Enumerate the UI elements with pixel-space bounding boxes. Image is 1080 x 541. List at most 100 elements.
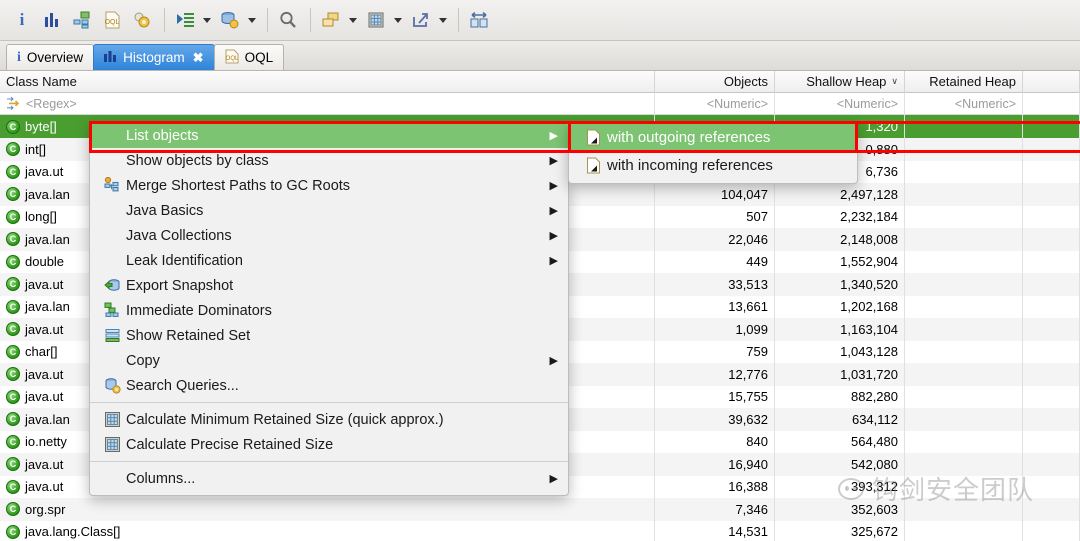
cell-spacer: [1023, 520, 1080, 541]
menu-item-show-objects-by-class[interactable]: Show objects by class ▶: [90, 148, 568, 173]
tab-overview[interactable]: i Overview: [6, 44, 95, 70]
class-icon: C: [6, 344, 20, 359]
column-header-objects[interactable]: Objects: [655, 70, 775, 93]
menu-item-immediate-dominators[interactable]: Immediate Dominators: [90, 298, 568, 323]
editor-tab-bar: i Overview Histogram ✖ OQL OQL: [0, 41, 1080, 71]
tab-label: OQL: [244, 50, 274, 65]
cell-objects: 14,531: [655, 520, 775, 541]
cell-retained-heap: [905, 317, 1023, 341]
histogram-icon[interactable]: [38, 6, 66, 34]
menu-item-merge-shortest-paths-to-gc-roots[interactable]: Merge Shortest Paths to GC Roots ▶: [90, 173, 568, 198]
cell-retained-heap: [905, 475, 1023, 498]
info-icon[interactable]: i: [8, 6, 36, 34]
export-dropdown-arrow[interactable]: [437, 7, 448, 33]
column-header-class-name[interactable]: Class Name: [0, 70, 655, 93]
menu-item-calculate-precise-retained-size[interactable]: Calculate Precise Retained Size: [90, 432, 568, 457]
tab-histogram[interactable]: Histogram ✖: [93, 44, 215, 70]
cell-retained-heap: [905, 385, 1023, 408]
dominator-tree-icon[interactable]: [68, 6, 96, 34]
query-browser-icon[interactable]: [216, 6, 244, 34]
table-row[interactable]: Cjava.lang.Class[] 14,531 325,672: [0, 520, 1080, 541]
menu-item-calculate-minimum-retained-size-quick-approx[interactable]: Calculate Minimum Retained Size (quick a…: [90, 407, 568, 432]
cell-spacer: [1023, 385, 1080, 408]
column-header-shallow-heap[interactable]: Shallow Heap ∨: [775, 70, 905, 93]
cell-shallow-heap: 352,603: [775, 497, 905, 521]
class-icon: C: [6, 434, 20, 449]
table-filter-row: <Regex> <Numeric> <Numeric> <Numeric>: [0, 92, 1080, 115]
cell-objects: 104,047: [655, 182, 775, 206]
menu-item-export-snapshot[interactable]: Export Snapshot: [90, 273, 568, 298]
cell-spacer: [1023, 272, 1080, 296]
cell-shallow-heap: 542,080: [775, 452, 905, 476]
cell-retained-heap: [905, 407, 1023, 431]
menu-item-list-objects[interactable]: List objects ▶: [90, 123, 568, 148]
class-name-label: java.ut: [25, 366, 64, 382]
filter-placeholder: <Numeric>: [954, 96, 1016, 111]
oql-icon[interactable]: OQL: [98, 6, 126, 34]
filter-placeholder: <Numeric>: [706, 96, 768, 111]
submenu-item-with-incoming-references[interactable]: with incoming references: [569, 151, 857, 179]
run-query-icon[interactable]: [171, 6, 199, 34]
class-name-label: java.ut: [25, 389, 64, 404]
menu-item-search-queries[interactable]: Search Queries...: [90, 373, 568, 398]
class-icon: C: [6, 164, 20, 179]
toolbar-separator-4: [458, 8, 459, 32]
cell-spacer: [1023, 137, 1080, 161]
menu-item-leak-identification[interactable]: Leak Identification ▶: [90, 248, 568, 273]
menu-item-java-basics[interactable]: Java Basics ▶: [90, 198, 568, 223]
compare-icon[interactable]: [465, 6, 493, 34]
class-icon: C: [6, 479, 20, 494]
filter-retained-heap[interactable]: <Numeric>: [905, 92, 1023, 115]
close-icon[interactable]: ✖: [193, 50, 204, 66]
search-queries-icon: [102, 377, 122, 394]
gear-snapshot-icon[interactable]: [128, 6, 156, 34]
column-header-label: Shallow Heap: [806, 74, 887, 89]
svg-text:OQL: OQL: [225, 56, 238, 62]
menu-item-label: Show objects by class: [126, 152, 269, 169]
filter-class-name[interactable]: <Regex>: [0, 92, 655, 115]
cell-retained-heap: [905, 227, 1023, 251]
submenu-item-with-outgoing-references[interactable]: with outgoing references: [569, 123, 857, 151]
filter-shallow-heap[interactable]: <Numeric>: [775, 92, 905, 115]
class-name-label: java.ut: [25, 321, 64, 337]
search-icon[interactable]: [274, 6, 302, 34]
filter-objects[interactable]: <Numeric>: [655, 92, 775, 115]
cell-retained-heap: [905, 205, 1023, 228]
table-row[interactable]: Corg.spr 7,346 352,603: [0, 497, 1080, 521]
menu-item-copy[interactable]: Copy ▶: [90, 348, 568, 373]
group-by-dropdown-arrow[interactable]: [347, 7, 358, 33]
menu-item-label: List objects: [126, 127, 199, 144]
cell-spacer: [1023, 250, 1080, 273]
menu-item-label: Copy: [126, 352, 160, 369]
menu-item-java-collections[interactable]: Java Collections ▶: [90, 223, 568, 248]
cell-spacer: [1023, 497, 1080, 521]
column-header-retained-heap[interactable]: Retained Heap: [905, 70, 1023, 93]
cell-class-name: Corg.spr: [0, 497, 655, 521]
menu-item-label: Show Retained Set: [126, 327, 251, 344]
retained-set-icon: [102, 327, 122, 344]
class-icon: C: [6, 142, 20, 156]
export-icon[interactable]: [407, 6, 435, 34]
calculator-dropdown-arrow[interactable]: [392, 7, 403, 33]
filter-spacer: [1023, 92, 1080, 115]
cell-objects: 16,940: [655, 452, 775, 476]
cell-shallow-heap: 634,112: [775, 407, 905, 431]
menu-item-label: Leak Identification: [126, 252, 243, 269]
calculator-icon[interactable]: [362, 6, 390, 34]
column-header-label: Class Name: [6, 74, 77, 89]
menu-item-show-retained-set[interactable]: Show Retained Set: [90, 323, 568, 348]
menu-item-columns[interactable]: Columns... ▶: [90, 466, 568, 491]
group-by-icon[interactable]: [317, 6, 345, 34]
class-icon: C: [6, 187, 20, 201]
tab-oql[interactable]: OQL OQL: [213, 44, 285, 70]
cell-shallow-heap: 1,202,168: [775, 295, 905, 318]
run-query-dropdown-arrow[interactable]: [201, 7, 212, 33]
cell-shallow-heap: 325,672: [775, 520, 905, 541]
info-icon: i: [17, 49, 21, 65]
query-browser-dropdown-arrow[interactable]: [246, 7, 257, 33]
context-menu[interactable]: List objects ▶ Show objects by class ▶ Merge…: [89, 122, 569, 496]
list-objects-submenu[interactable]: with outgoing references with incoming re…: [568, 122, 858, 184]
cell-shallow-heap: 393,312: [775, 475, 905, 498]
regex-filter-icon: [6, 96, 21, 111]
gc-roots-icon: [102, 177, 122, 194]
